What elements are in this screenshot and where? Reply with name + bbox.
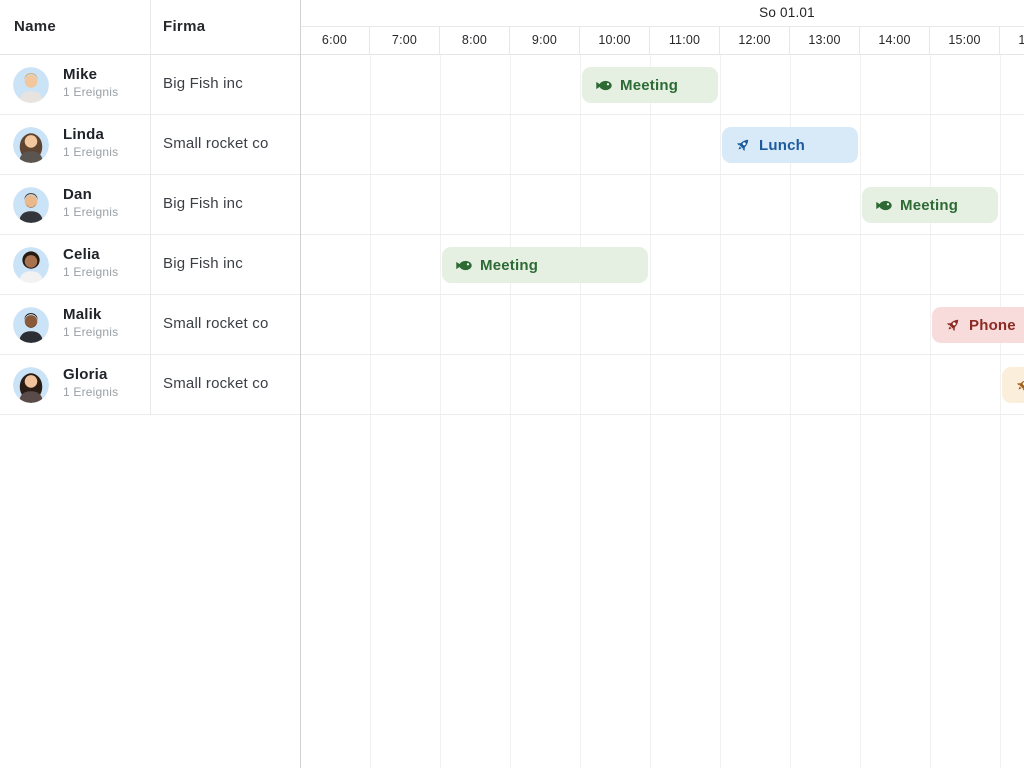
person-event-count: 1 Ereignis [63, 325, 118, 339]
event-label: Lunch [759, 137, 805, 154]
person-event-count: 1 Ereignis [63, 385, 118, 399]
person-info: Mike 1 Ereignis [63, 66, 118, 99]
hour-header-cell: 15:00 [930, 27, 1000, 55]
hour-header-row: 6:007:008:009:0010:0011:0012:0013:0014:0… [300, 27, 1024, 55]
person-info: Malik 1 Ereignis [63, 306, 118, 339]
column-header-name: Name [14, 18, 56, 35]
scheduler-app: Mike 1 Ereignis Big Fish inc Linda 1 Ere… [0, 0, 1024, 768]
avatar [13, 127, 49, 163]
person-company: Small rocket co [163, 375, 269, 392]
event-label: Meeting [480, 257, 538, 274]
event-lunch[interactable]: Lunch [722, 127, 858, 163]
event-phone[interactable]: Phone [932, 307, 1024, 343]
hour-header-cell: 14:00 [860, 27, 930, 55]
rocket-icon [1015, 377, 1024, 393]
person-company: Big Fish inc [163, 195, 243, 212]
event-label: Meeting [900, 197, 958, 214]
hour-header-cell: 13:00 [790, 27, 860, 55]
event-meeting[interactable]: Meeting [862, 187, 998, 223]
avatar [13, 187, 49, 223]
timeline-header: So 01.01 6:007:008:009:0010:0011:0012:00… [300, 0, 1024, 55]
hour-header-cell: 9:00 [510, 27, 580, 55]
fish-icon [875, 197, 892, 214]
fish-icon [455, 257, 472, 274]
person-company: Big Fish inc [163, 75, 243, 92]
avatar [13, 67, 49, 103]
hour-header-cell: 6:00 [300, 27, 370, 55]
fish-icon [595, 77, 612, 94]
hour-header-cell: 8:00 [440, 27, 510, 55]
event-bar[interactable] [1002, 367, 1024, 403]
person-event-count: 1 Ereignis [63, 145, 118, 159]
avatar [13, 307, 49, 343]
person-name: Gloria [63, 366, 118, 383]
person-info: Dan 1 Ereignis [63, 186, 118, 219]
events-layer: Meeting Lunch Meeting Meeting Phone [300, 55, 1024, 768]
person-name: Dan [63, 186, 118, 203]
event-meeting[interactable]: Meeting [442, 247, 648, 283]
name-firma-divider [150, 0, 151, 415]
person-info: Linda 1 Ereignis [63, 126, 118, 159]
column-header-firma: Firma [163, 18, 205, 35]
person-company: Small rocket co [163, 135, 269, 152]
person-info: Celia 1 Ereignis [63, 246, 118, 279]
person-company: Small rocket co [163, 315, 269, 332]
person-event-count: 1 Ereignis [63, 265, 118, 279]
person-name: Mike [63, 66, 118, 83]
hour-header-cell: 11:00 [650, 27, 720, 55]
rocket-icon [945, 317, 961, 333]
avatar [13, 367, 49, 403]
day-header-row: So 01.01 [300, 0, 1024, 27]
person-company: Big Fish inc [163, 255, 243, 272]
event-meeting[interactable]: Meeting [582, 67, 718, 103]
person-info: Gloria 1 Ereignis [63, 366, 118, 399]
hour-header-cell: 16:00 [1000, 27, 1024, 55]
hour-header-cell: 10:00 [580, 27, 650, 55]
day-header-label: So 01.01 [759, 0, 815, 26]
hour-header-cell: 7:00 [370, 27, 440, 55]
person-name: Linda [63, 126, 118, 143]
event-label: Phone [969, 317, 1016, 334]
person-event-count: 1 Ereignis [63, 85, 118, 99]
event-label: Meeting [620, 77, 678, 94]
hour-header-cell: 12:00 [720, 27, 790, 55]
avatar [13, 247, 49, 283]
person-name: Celia [63, 246, 118, 263]
rocket-icon [735, 137, 751, 153]
person-name: Malik [63, 306, 118, 323]
resources-timeline-divider [300, 0, 301, 768]
person-event-count: 1 Ereignis [63, 205, 118, 219]
